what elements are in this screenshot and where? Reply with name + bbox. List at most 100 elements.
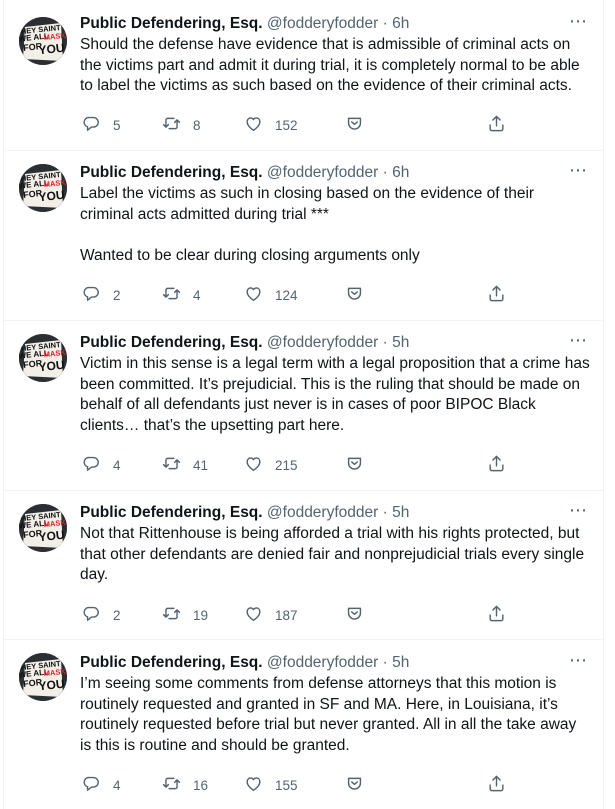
separator-dot: · <box>382 15 388 32</box>
retweet-button[interactable]: 16 <box>162 774 208 796</box>
tweet-text: Should the defense have evidence that is… <box>80 35 590 97</box>
tweet-header: Public Defendering, Esq. @fodderyfodder … <box>80 10 588 35</box>
share-icon <box>487 284 506 306</box>
like-count: 215 <box>275 457 298 473</box>
retweet-count: 8 <box>193 117 201 133</box>
share-button[interactable] <box>487 454 506 476</box>
tip-jar-icon <box>345 454 364 476</box>
timestamp[interactable]: 6h <box>392 15 409 32</box>
author-name[interactable]: Public Defendering, Esq. <box>80 504 263 521</box>
retweet-button[interactable]: 19 <box>162 604 208 626</box>
tip-jar-icon <box>345 604 364 626</box>
avatar[interactable]: HEY SAINT WE ALL MASK FOR YOU <box>19 504 67 552</box>
avatar[interactable]: HEY SAINT WE ALL MASK FOR YOU <box>19 164 67 212</box>
share-icon <box>487 114 506 136</box>
tweet-paragraph: Should the defense have evidence that is… <box>80 36 584 95</box>
more-icon[interactable]: ⋯ <box>569 10 588 32</box>
more-icon[interactable]: ⋯ <box>569 329 588 351</box>
retweet-icon <box>162 774 181 796</box>
reply-count: 5 <box>113 117 121 133</box>
reply-button[interactable]: 5 <box>82 114 121 136</box>
tweet-header: Public Defendering, Esq. @fodderyfodder … <box>80 499 588 524</box>
like-count: 124 <box>275 287 298 303</box>
reply-button[interactable]: 4 <box>82 454 121 476</box>
timestamp[interactable]: 5h <box>392 504 409 521</box>
action-bar: 4 41 215 <box>80 454 510 476</box>
like-button[interactable]: 124 <box>244 284 298 306</box>
share-button[interactable] <box>487 774 506 796</box>
retweet-button[interactable]: 8 <box>162 114 201 136</box>
share-button[interactable] <box>487 284 506 306</box>
tweet-header: Public Defendering, Esq. @fodderyfodder … <box>80 329 588 354</box>
like-button[interactable]: 215 <box>244 454 298 476</box>
more-icon[interactable]: ⋯ <box>569 649 588 671</box>
tweet-paragraph: I’m seeing some comments from defense at… <box>80 675 581 754</box>
author-handle[interactable]: @fodderyfodder <box>267 654 378 671</box>
tweet-text: Not that Rittenhouse is being afforded a… <box>80 524 590 586</box>
timestamp[interactable]: 5h <box>392 334 409 351</box>
reply-button[interactable]: 4 <box>82 774 121 796</box>
action-bar: 2 19 187 <box>80 604 510 626</box>
separator-dot: · <box>382 654 388 671</box>
author-handle[interactable]: @fodderyfodder <box>267 15 378 32</box>
like-button[interactable]: 155 <box>244 774 298 796</box>
author-handle[interactable]: @fodderyfodder <box>267 334 378 351</box>
more-icon[interactable]: ⋯ <box>569 159 588 181</box>
retweet-icon <box>162 604 181 626</box>
retweet-icon <box>162 284 181 306</box>
tweet-paragraph: Not that Rittenhouse is being afforded a… <box>80 525 589 584</box>
author-name[interactable]: Public Defendering, Esq. <box>80 164 263 181</box>
action-bar: 4 16 155 <box>80 774 510 796</box>
retweet-button[interactable]: 4 <box>162 284 201 306</box>
tweet-text: Victim in this sense is a legal term wit… <box>80 354 590 436</box>
tweet[interactable]: HEY SAINT WE ALL MASK FOR YOU Public Defende… <box>4 491 604 640</box>
author-handle[interactable]: @fodderyfodder <box>267 504 378 521</box>
reply-icon <box>82 604 101 626</box>
more-icon[interactable]: ⋯ <box>569 499 588 521</box>
share-button[interactable] <box>487 114 506 136</box>
author-handle[interactable]: @fodderyfodder <box>267 164 378 181</box>
like-button[interactable]: 187 <box>244 604 298 626</box>
tip-jar-icon <box>345 114 364 136</box>
tweet[interactable]: HEY SAINT WE ALL MASK FOR YOU Public Defende… <box>4 11 604 151</box>
tip-button[interactable] <box>345 604 364 626</box>
author-name[interactable]: Public Defendering, Esq. <box>80 15 263 32</box>
avatar[interactable]: HEY SAINT WE ALL MASK FOR YOU <box>19 334 67 382</box>
share-icon <box>487 454 506 476</box>
reply-button[interactable]: 2 <box>82 604 121 626</box>
share-icon <box>487 604 506 626</box>
timestamp[interactable]: 6h <box>392 164 409 181</box>
retweet-count: 41 <box>193 457 209 473</box>
reply-icon <box>82 284 101 306</box>
separator-dot: · <box>382 504 388 521</box>
reply-icon <box>82 114 101 136</box>
avatar[interactable]: HEY SAINT WE ALL MASK FOR YOU <box>19 653 67 701</box>
avatar[interactable]: HEY SAINT WE ALL MASK FOR YOU <box>19 17 67 65</box>
share-button[interactable] <box>487 604 506 626</box>
action-bar: 2 4 124 <box>80 284 510 306</box>
share-icon <box>487 774 506 796</box>
tip-button[interactable] <box>345 774 364 796</box>
tweet[interactable]: HEY SAINT WE ALL MASK FOR YOU Public Defende… <box>4 640 604 809</box>
tip-button[interactable] <box>345 114 364 136</box>
retweet-count: 4 <box>193 287 201 303</box>
like-count: 152 <box>275 117 298 133</box>
heart-icon <box>244 284 263 306</box>
author-name[interactable]: Public Defendering, Esq. <box>80 334 263 351</box>
svg-text:YOU: YOU <box>38 528 65 545</box>
svg-text:YOU: YOU <box>38 188 65 205</box>
reply-button[interactable]: 2 <box>82 284 121 306</box>
like-button[interactable]: 152 <box>244 114 298 136</box>
retweet-icon <box>162 454 181 476</box>
author-name[interactable]: Public Defendering, Esq. <box>80 654 263 671</box>
tweet-paragraph: Wanted to be clear during closing argume… <box>80 246 420 264</box>
tip-button[interactable] <box>345 284 364 306</box>
tip-button[interactable] <box>345 454 364 476</box>
heart-icon <box>244 114 263 136</box>
tweet-header: Public Defendering, Esq. @fodderyfodder … <box>80 649 588 674</box>
tweet[interactable]: HEY SAINT WE ALL MASK FOR YOU Public Defende… <box>4 321 604 491</box>
retweet-button[interactable]: 41 <box>162 454 208 476</box>
timestamp[interactable]: 5h <box>392 654 409 671</box>
tweet[interactable]: HEY SAINT WE ALL MASK FOR YOU Public Defende… <box>4 151 604 321</box>
svg-text:YOU: YOU <box>38 41 65 58</box>
